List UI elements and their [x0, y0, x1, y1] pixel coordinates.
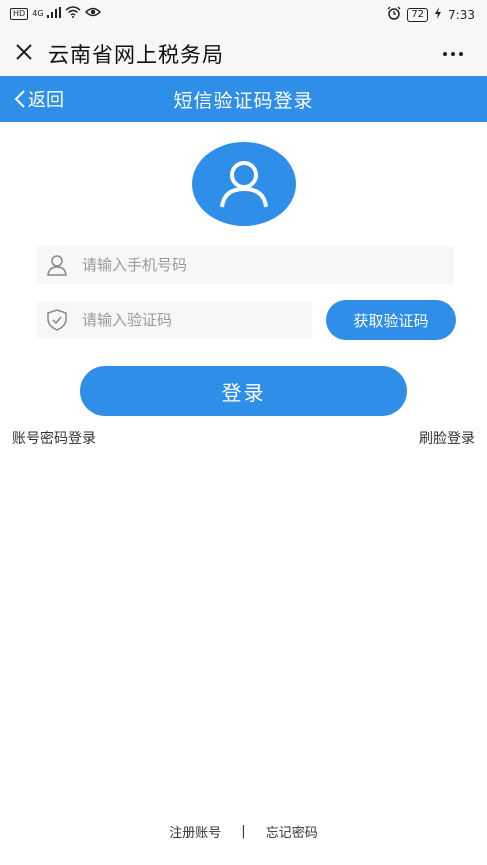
charging-icon — [434, 7, 442, 22]
face-login-link[interactable]: 刷脸登录 — [419, 428, 475, 448]
avatar — [192, 142, 296, 226]
user-outline-icon — [46, 254, 68, 276]
signal-icon — [47, 6, 62, 21]
close-icon[interactable] — [14, 37, 34, 68]
user-icon — [220, 161, 268, 208]
status-bar: HD 4G 72 7:33 — [0, 0, 487, 30]
footer: 注册账号 | 忘记密码 — [0, 822, 487, 841]
app-title: 云南省网上税务局 — [48, 43, 224, 67]
shield-icon — [46, 309, 68, 331]
page-title: 短信验证码登录 — [173, 90, 314, 112]
login-button[interactable]: 登录 — [80, 366, 407, 416]
status-left: HD 4G — [10, 6, 102, 21]
battery-level: 72 — [407, 7, 429, 22]
forgot-password-link[interactable]: 忘记密码 — [266, 822, 318, 841]
hd-badge: HD — [10, 7, 29, 20]
clock-time: 7:33 — [448, 7, 475, 22]
password-login-link[interactable]: 账号密码登录 — [12, 428, 96, 448]
network-type: 4G — [32, 9, 44, 18]
code-input[interactable] — [80, 310, 312, 330]
app-bar: 云南省网上税务局 — [0, 30, 487, 76]
more-icon[interactable] — [441, 34, 465, 72]
register-link[interactable]: 注册账号 — [169, 822, 221, 841]
wifi-icon — [65, 6, 81, 21]
footer-separator: | — [241, 824, 246, 839]
phone-field[interactable] — [36, 246, 454, 284]
phone-input[interactable] — [80, 255, 454, 275]
eye-icon — [85, 6, 102, 21]
code-field[interactable] — [36, 302, 312, 338]
status-right: 72 7:33 — [387, 6, 475, 23]
get-code-button[interactable]: 获取验证码 — [326, 300, 456, 340]
nav-bar: 返回 短信验证码登录 — [0, 76, 487, 122]
alarm-icon — [387, 6, 401, 23]
